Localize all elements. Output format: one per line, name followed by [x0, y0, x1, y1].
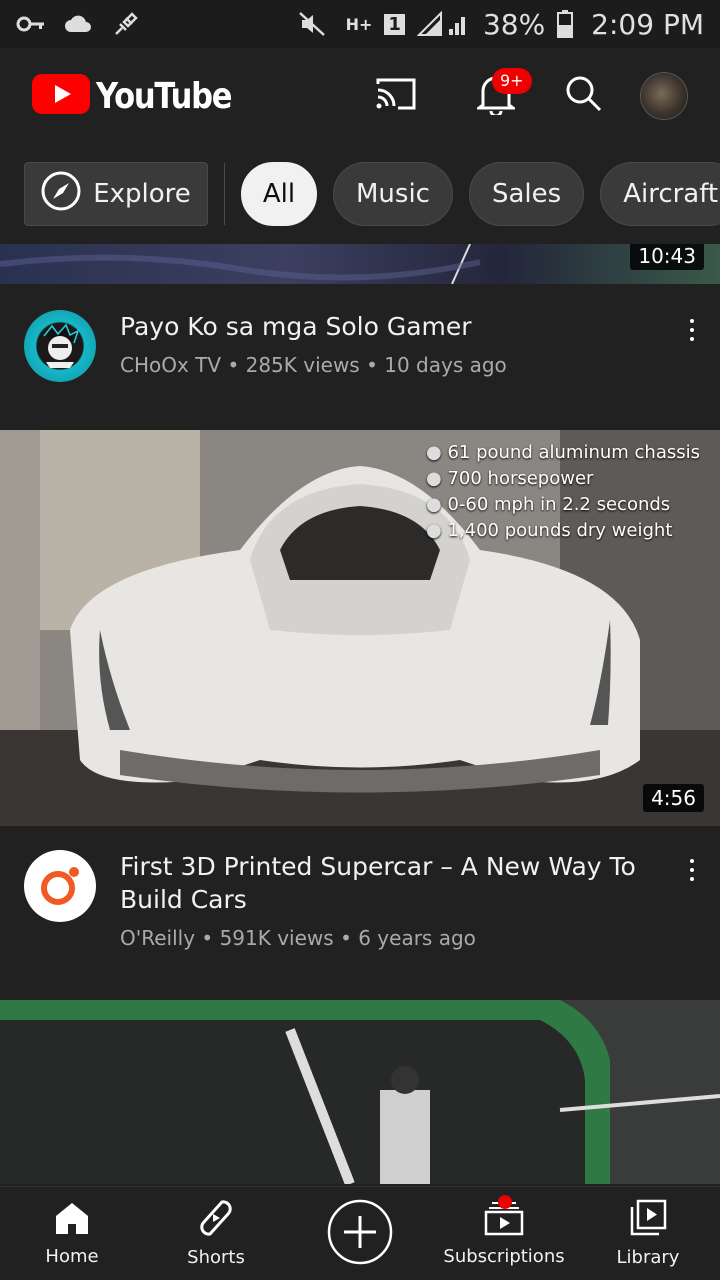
channel-name[interactable]: CHoOx TV: [120, 353, 221, 377]
chip-divider: [224, 163, 225, 225]
nav-home-label: Home: [45, 1246, 99, 1267]
video-duration: 4:56: [643, 784, 704, 812]
status-bar: H+ 1 38% 2:09 PM: [0, 0, 720, 48]
upload-age: 10 days ago: [384, 353, 507, 377]
nav-library[interactable]: Library: [576, 1187, 720, 1280]
video-thumbnail[interactable]: 61 pound aluminum chassis 700 horsepower…: [0, 430, 720, 826]
notification-badge: 9+: [492, 68, 532, 94]
mute-icon: [298, 11, 326, 37]
nav-subscriptions[interactable]: Subscriptions: [432, 1187, 576, 1280]
chip-music[interactable]: Music: [333, 162, 453, 226]
create-button[interactable]: [288, 1187, 432, 1280]
youtube-logo[interactable]: YouTube: [32, 74, 255, 118]
overlay-line: 61 pound aluminum chassis: [426, 440, 700, 466]
video-thumbnail[interactable]: [0, 1000, 720, 1184]
explore-chip[interactable]: Explore: [24, 162, 208, 226]
explore-label: Explore: [93, 179, 191, 209]
video-title[interactable]: Payo Ko sa mga Solo Gamer: [120, 310, 656, 343]
signal-icon: [416, 11, 471, 37]
home-icon: [54, 1200, 90, 1240]
more-options-button[interactable]: [680, 850, 704, 890]
video-duration: 10:43: [630, 244, 704, 270]
plus-icon: [327, 1199, 393, 1269]
key-icon: [16, 15, 46, 33]
video-feed: 10:43 Payo Ko sa mga Solo Gamer CHoOx TV…: [0, 244, 720, 1184]
nav-subscriptions-label: Subscriptions: [443, 1246, 565, 1267]
app-name: YouTube: [96, 75, 232, 117]
video-subtitle: O'Reilly • 591K views • 6 years ago: [120, 926, 476, 950]
notifications-button[interactable]: 9+: [456, 56, 536, 136]
library-icon: [629, 1199, 667, 1241]
nav-home[interactable]: Home: [0, 1187, 144, 1280]
channel-avatar[interactable]: [24, 310, 96, 382]
cast-button[interactable]: [356, 56, 436, 136]
search-button[interactable]: [544, 56, 624, 136]
clock: 2:09 PM: [591, 7, 704, 41]
account-avatar[interactable]: [640, 72, 688, 120]
app-header: YouTube 9+: [0, 48, 720, 144]
battery-percent: 38%: [482, 7, 546, 41]
search-icon: [565, 75, 603, 117]
video-meta[interactable]: First 3D Printed Supercar – A New Way To…: [0, 850, 720, 950]
channel-name[interactable]: O'Reilly: [120, 926, 195, 950]
bottom-navigation: Home Shorts Subscriptions Library: [0, 1186, 720, 1280]
view-count: 591K views: [219, 926, 334, 950]
video-subtitle: CHoOx TV • 285K views • 10 days ago: [120, 353, 507, 377]
video-meta[interactable]: Payo Ko sa mga Solo Gamer CHoOx TV • 285…: [0, 310, 720, 382]
thumbnail-overlay: 61 pound aluminum chassis 700 horsepower…: [426, 440, 700, 544]
compass-icon: [41, 171, 81, 218]
sim-indicator: 1: [384, 13, 405, 35]
video-thumbnail[interactable]: 10:43: [0, 244, 720, 284]
more-options-button[interactable]: [680, 310, 704, 350]
satellite-icon: [112, 10, 140, 38]
nav-library-label: Library: [616, 1247, 680, 1268]
overlay-line: 0-60 mph in 2.2 seconds: [426, 492, 700, 518]
channel-avatar[interactable]: [24, 850, 96, 922]
chip-sales[interactable]: Sales: [468, 162, 585, 226]
new-content-dot: [498, 1195, 512, 1209]
overlay-line: 1,400 pounds dry weight: [426, 518, 700, 544]
overlay-line: 700 horsepower: [426, 466, 700, 492]
battery-icon: [557, 10, 574, 38]
chip-all[interactable]: All: [241, 162, 317, 226]
upload-age: 6 years ago: [358, 926, 476, 950]
shorts-icon: [198, 1199, 234, 1241]
chip-aircraft[interactable]: Aircraft: [600, 162, 720, 226]
nav-shorts[interactable]: Shorts: [144, 1187, 288, 1280]
nav-shorts-label: Shorts: [187, 1247, 245, 1268]
filter-chips: Explore All Music Sales Aircraft: [0, 144, 720, 244]
video-title[interactable]: First 3D Printed Supercar – A New Way To…: [120, 850, 656, 916]
network-type: H+: [345, 14, 373, 34]
cloud-icon: [64, 14, 94, 34]
cast-icon: [374, 76, 418, 116]
youtube-play-icon: [32, 74, 90, 118]
view-count: 285K views: [245, 353, 360, 377]
